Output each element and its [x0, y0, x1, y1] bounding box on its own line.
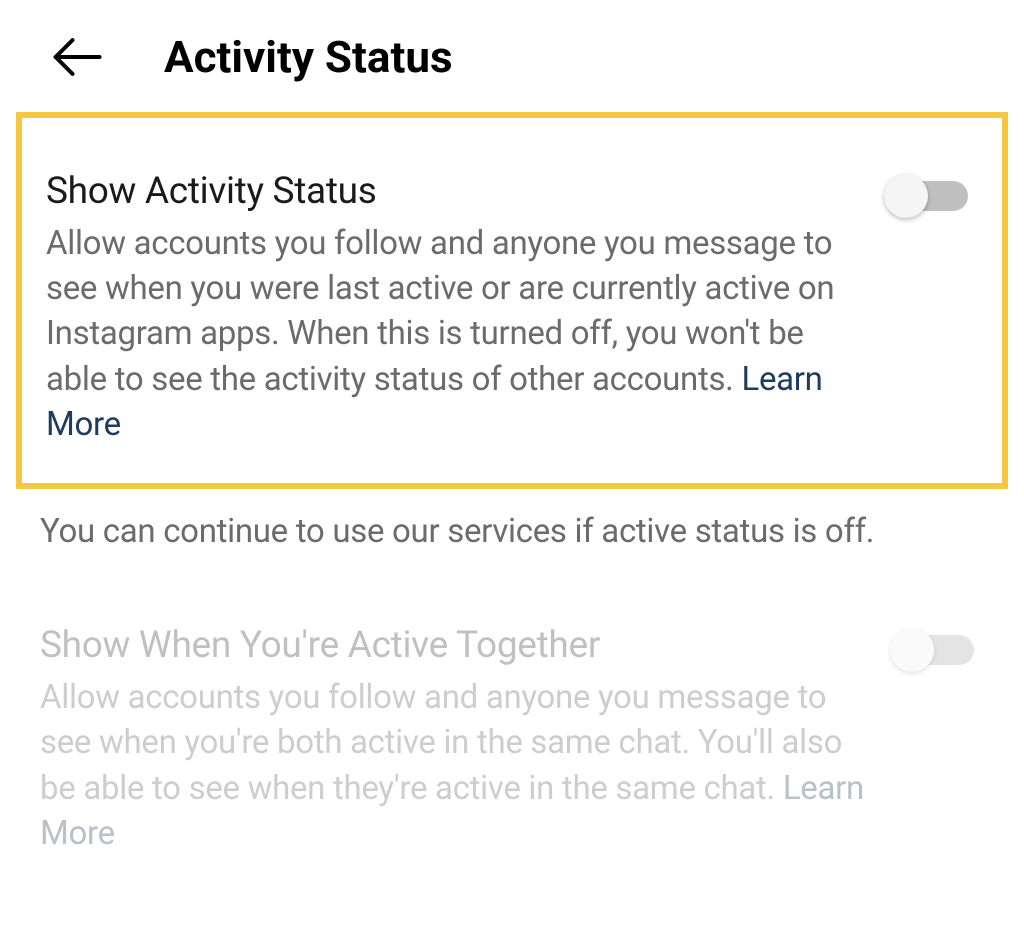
show-active-together-content: Show When You're Active Together Allow a…	[40, 624, 870, 856]
back-arrow-icon[interactable]	[50, 30, 104, 84]
show-activity-status-title: Show Activity Status	[46, 170, 864, 213]
show-active-together-toggle[interactable]	[890, 628, 984, 672]
show-active-together-section: Show When You're Active Together Allow a…	[0, 624, 1024, 856]
header: Activity Status	[0, 0, 1024, 104]
continue-note-section: You can continue to use our services if …	[0, 489, 1024, 554]
show-activity-status-toggle[interactable]	[884, 174, 978, 218]
show-activity-status-row: Show Activity Status Allow accounts you …	[46, 170, 978, 447]
show-active-together-description-text: Allow accounts you follow and anyone you…	[40, 678, 842, 807]
show-activity-status-description: Allow accounts you follow and anyone you…	[46, 221, 864, 447]
show-activity-status-content: Show Activity Status Allow accounts you …	[46, 170, 864, 447]
page-title: Activity Status	[164, 31, 453, 83]
show-activity-status-description-text: Allow accounts you follow and anyone you…	[46, 224, 834, 399]
show-active-together-description: Allow accounts you follow and anyone you…	[40, 675, 870, 856]
toggle-thumb	[884, 174, 928, 218]
continue-note-text: You can continue to use our services if …	[40, 509, 984, 554]
toggle-thumb	[890, 628, 934, 672]
show-active-together-title: Show When You're Active Together	[40, 624, 870, 667]
highlighted-setting-box: Show Activity Status Allow accounts you …	[16, 112, 1008, 489]
show-active-together-row: Show When You're Active Together Allow a…	[40, 624, 984, 856]
